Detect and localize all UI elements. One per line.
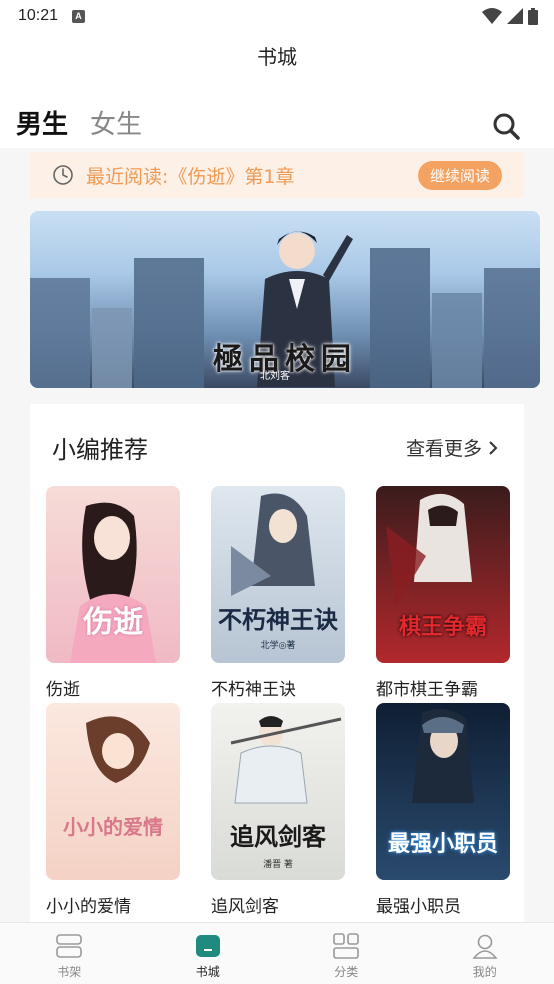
cover-text: 追风剑客 <box>230 823 326 851</box>
book-title: 不朽神王诀 <box>211 680 296 700</box>
cover-text: 伤逝 <box>83 605 143 640</box>
cover-author: 北学◎著 <box>260 641 296 651</box>
cover-text: 小小的爱情 <box>63 815 163 839</box>
nav-item-category[interactable]: 分类 <box>277 923 416 984</box>
nav-label: 我的 <box>472 965 497 979</box>
page-title: 书城 <box>257 45 297 69</box>
book-title: 最强小职员 <box>376 897 461 917</box>
bottom-nav: 书架 书城 分类 我的 <box>0 922 554 984</box>
book-card[interactable]: 伤逝 伤逝 <box>46 486 180 700</box>
book-title: 小小的爱情 <box>46 897 131 917</box>
cover-text: 不朽神王诀 <box>218 606 338 634</box>
tab-female[interactable]: 女生 <box>90 104 142 141</box>
recommend-section: 小编推荐 查看更多 伤逝 伤逝 不朽神王诀 北学◎著 不朽神王诀 棋王争霸 都市… <box>30 404 524 922</box>
clock-icon <box>53 165 73 185</box>
cover-text: 最强小职员 <box>387 832 498 857</box>
bookstore-icon <box>195 935 220 957</box>
nav-item-bookstore[interactable]: 书城 <box>139 923 278 984</box>
chevron-right-icon <box>489 440 498 455</box>
nav-item-bookshelf[interactable]: 书架 <box>0 923 139 984</box>
book-card[interactable]: 不朽神王诀 北学◎著 不朽神王诀 <box>211 486 345 700</box>
status-time: 10:21 <box>18 7 59 24</box>
section-title: 小编推荐 <box>52 436 148 464</box>
nav-label: 书架 <box>57 965 82 979</box>
wifi-icon <box>482 8 502 24</box>
book-title: 都市棋王争霸 <box>376 680 478 700</box>
book-card[interactable]: 最强小职员 最强小职员 <box>376 703 510 917</box>
nav-label: 分类 <box>334 965 359 979</box>
banner-sub-text: 北刘客 <box>260 371 290 382</box>
banner[interactable]: 極品校园 北刘客 <box>30 211 540 388</box>
battery-icon <box>528 7 538 25</box>
nav-label: 书城 <box>195 965 220 979</box>
continue-reading-button[interactable]: 继续阅读 <box>417 161 502 190</box>
recent-reading-bar[interactable]: 最近阅读:《伤逝》第1章 继续阅读 <box>30 152 524 198</box>
book-card[interactable]: 追风剑客 潘晋 著 追风剑客 <box>211 703 345 917</box>
profile-icon <box>472 934 498 959</box>
book-cover: 小小的爱情 <box>46 703 180 880</box>
gender-tabs: 男生 女生 <box>16 104 142 141</box>
view-more-link[interactable]: 查看更多 <box>406 434 498 461</box>
cover-author: 潘晋 著 <box>263 860 293 870</box>
status-bar: 10:21 A <box>0 0 554 32</box>
notification-icon: A <box>72 9 86 23</box>
content-area: 最近阅读:《伤逝》第1章 继续阅读 極品校园 北刘客 小编推荐 查看更多 伤逝 … <box>0 148 554 922</box>
bookshelf-icon <box>56 934 83 958</box>
book-title: 伤逝 <box>46 680 80 700</box>
book-card[interactable]: 棋王争霸 都市棋王争霸 <box>376 486 510 700</box>
search-icon[interactable] <box>490 110 522 142</box>
tab-male[interactable]: 男生 <box>16 104 68 141</box>
book-cover: 最强小职员 <box>376 703 510 880</box>
book-cover: 棋王争霸 <box>376 486 510 663</box>
view-more-label: 查看更多 <box>405 438 482 460</box>
recent-reading-text: 最近阅读:《伤逝》第1章 <box>86 165 295 188</box>
book-title: 追风剑客 <box>211 897 279 917</box>
cover-text: 棋王争霸 <box>398 615 487 640</box>
book-cover: 伤逝 <box>46 486 180 663</box>
nav-item-profile[interactable]: 我的 <box>416 923 554 984</box>
book-cover: 追风剑客 潘晋 著 <box>211 703 345 880</box>
category-icon <box>333 933 360 959</box>
signal-icon <box>507 8 523 24</box>
book-cover: 不朽神王诀 北学◎著 <box>211 486 345 663</box>
book-card[interactable]: 小小的爱情 小小的爱情 <box>46 703 180 917</box>
